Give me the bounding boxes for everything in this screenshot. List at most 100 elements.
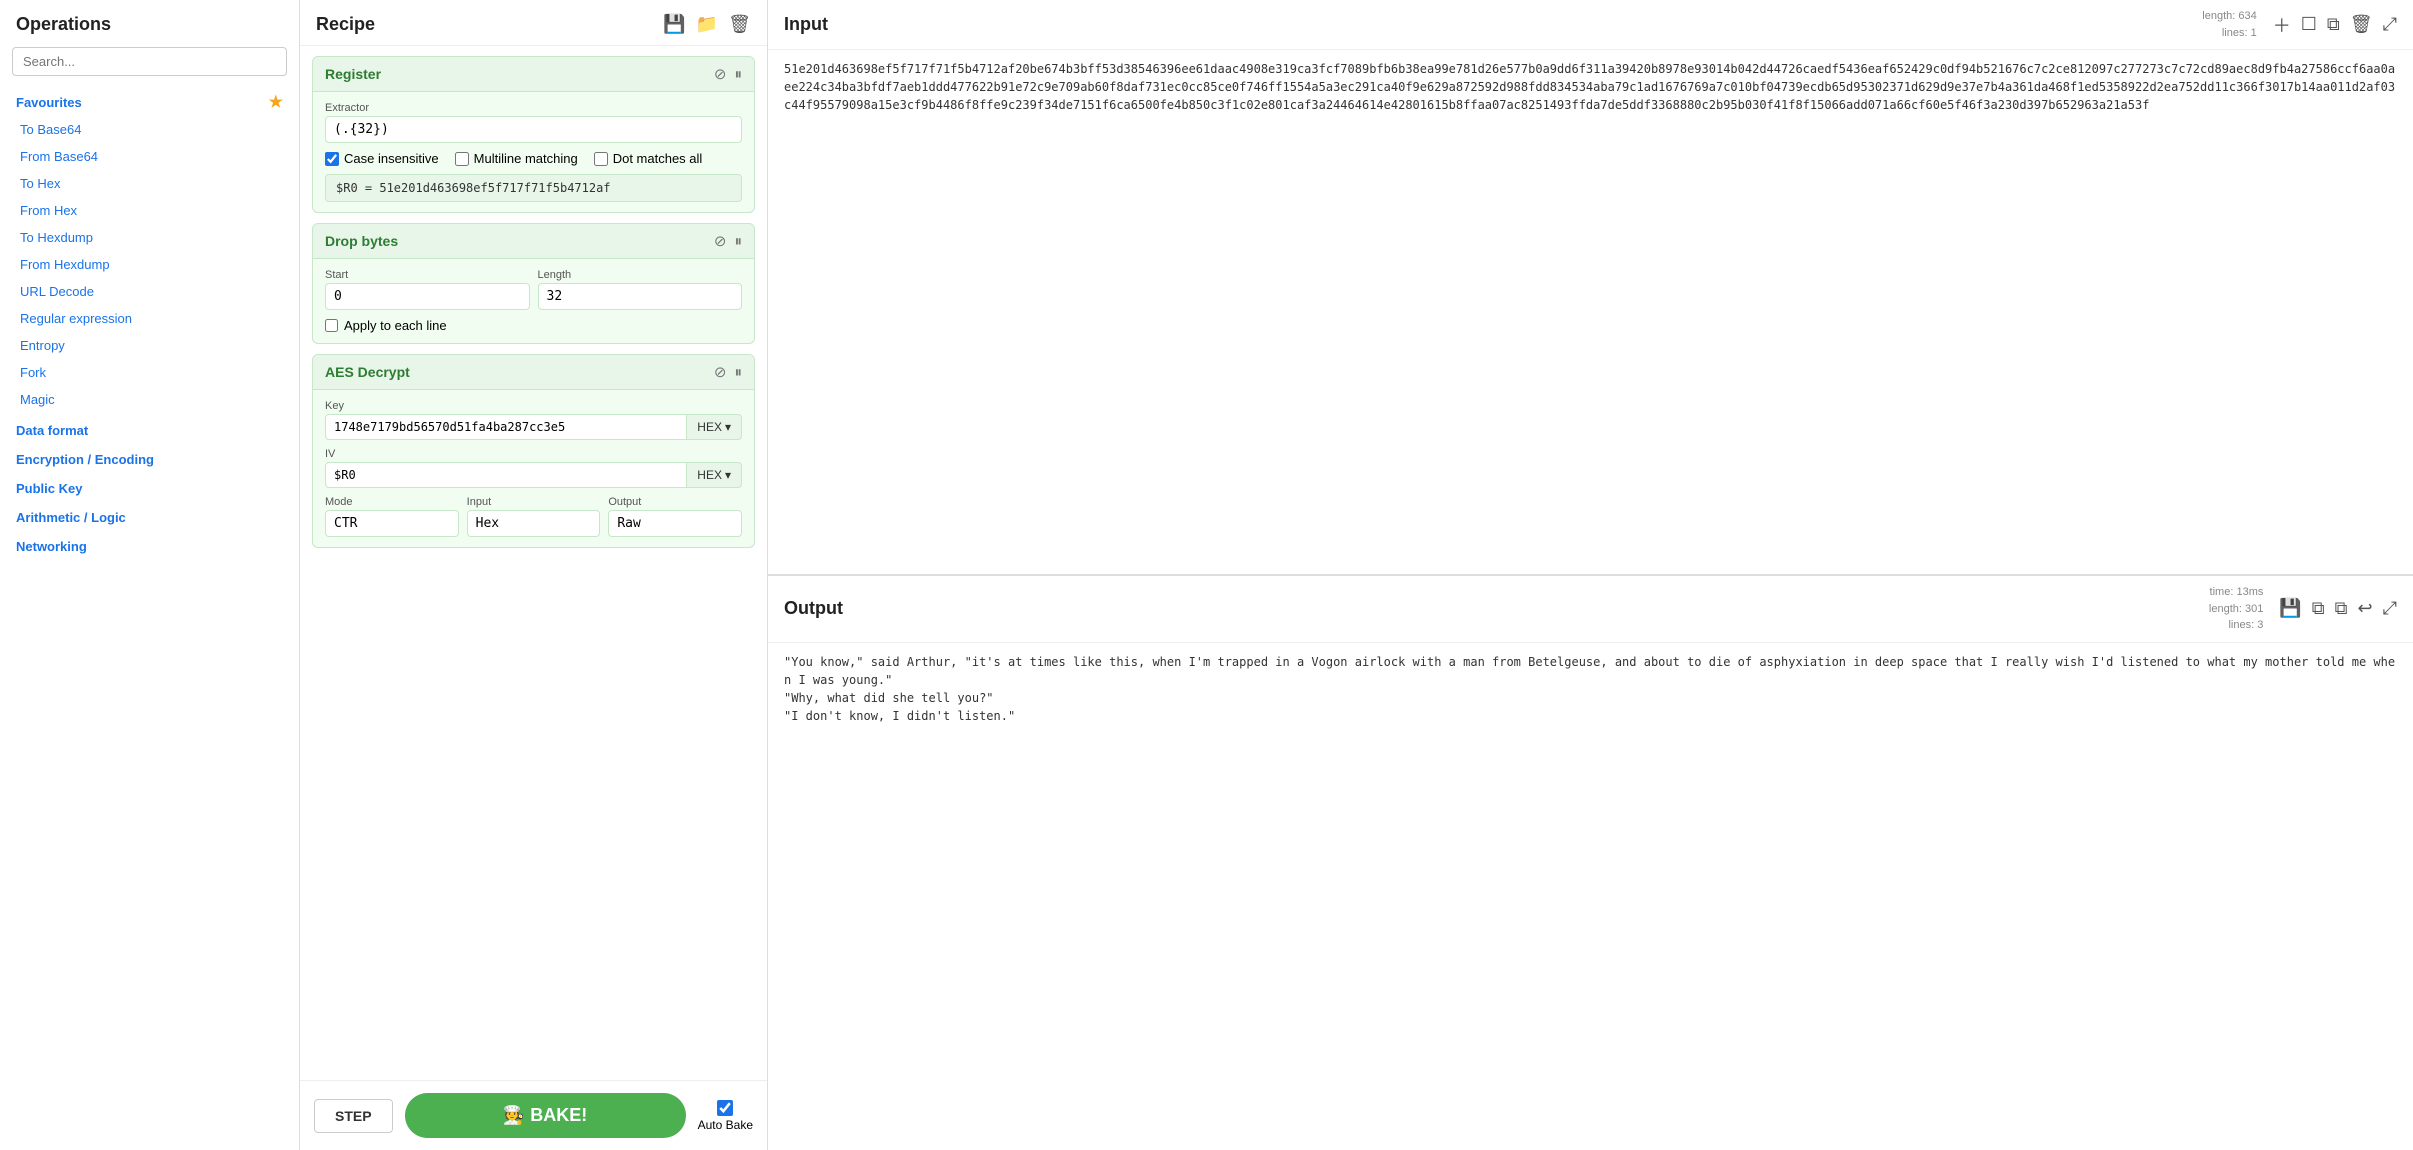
case-insensitive-label[interactable]: Case insensitive [325, 151, 439, 166]
nav-item-magic[interactable]: Magic [0, 386, 299, 413]
key-row: HEX ▾ [325, 414, 742, 440]
apply-each-line-checkbox[interactable] [325, 319, 338, 332]
drop-bytes-body: Start Length Apply to each line [313, 259, 754, 343]
aes-output-input[interactable] [608, 510, 742, 537]
save-icon[interactable]: 💾 [663, 14, 685, 35]
register-result: $R0 = 51e201d463698ef5f717f71f5b4712af [325, 174, 742, 202]
extractor-field: Extractor [325, 102, 742, 143]
drop-bytes-pause-icon[interactable]: ⏸ [734, 233, 742, 250]
register-disable-icon[interactable]: ⊘ [714, 65, 727, 83]
input-content[interactable]: 51e201d463698ef5f717f71f5b4712af20be674b… [768, 50, 2413, 574]
output-expand-icon[interactable]: ⤢ [2383, 598, 2397, 619]
output-panel-icons: 💾 ⧉ ⧉ ↩ ⤢ [2279, 598, 2397, 619]
nav-item-from-base64[interactable]: From Base64 [0, 143, 299, 170]
multiline-label[interactable]: Multiline matching [455, 151, 578, 166]
aes-input-field: Input [467, 496, 601, 537]
nav-item-url-decode[interactable]: URL Decode [0, 278, 299, 305]
auto-bake-container: Auto Bake [698, 1100, 753, 1132]
multiline-checkbox[interactable] [455, 152, 469, 166]
aes-input-input[interactable] [467, 510, 601, 537]
folder-icon[interactable]: 📁 [696, 14, 718, 35]
output-content[interactable]: "You know," said Arthur, "it's at times … [768, 643, 2413, 1150]
aes-mode-fields: Mode Input Output [325, 496, 742, 537]
key-type-button[interactable]: HEX ▾ [687, 414, 742, 440]
drop-bytes-card: Drop bytes ⊘ ⏸ Start Length [312, 223, 755, 344]
input-window-icon[interactable]: ☐ [2301, 14, 2317, 35]
output-window-icon[interactable]: ⧉ [2335, 598, 2348, 619]
length-field: Length [538, 269, 743, 310]
nav-item-to-hexdump[interactable]: To Hexdump [0, 224, 299, 251]
iv-input[interactable] [325, 462, 687, 488]
output-meta: time: 13ms length: 301 lines: 3 [2209, 584, 2263, 634]
dot-matches-checkbox[interactable] [594, 152, 608, 166]
drop-bytes-disable-icon[interactable]: ⊘ [714, 232, 727, 250]
register-body: Extractor Case insensitive Multiline mat… [313, 92, 754, 212]
register-controls: ⊘ ⏸ [714, 65, 742, 83]
aes-decrypt-card: AES Decrypt ⊘ ⏸ Key HEX ▾ [312, 354, 755, 548]
delete-icon[interactable]: 🗑 [728, 14, 751, 35]
key-input[interactable] [325, 414, 687, 440]
aes-output-label: Output [608, 496, 742, 508]
step-button[interactable]: STEP [314, 1099, 393, 1133]
aes-disable-icon[interactable]: ⊘ [714, 363, 727, 381]
right-panels: Input length: 634 lines: 1 ＋ ☐ ⧉ 🗑 ⤢ 51e… [768, 0, 2413, 1150]
drop-bytes-title: Drop bytes [325, 233, 398, 249]
nav-item-entropy[interactable]: Entropy [0, 332, 299, 359]
input-expand-icon[interactable]: ⤢ [2383, 14, 2397, 35]
mode-field: Mode [325, 496, 459, 537]
drop-bytes-fields: Start Length [325, 269, 742, 310]
category-networking[interactable]: Networking [0, 529, 299, 558]
sidebar-title: Operations [0, 0, 299, 43]
register-pause-icon[interactable]: ⏸ [734, 66, 742, 83]
aes-pause-icon[interactable]: ⏸ [734, 364, 742, 381]
register-card: Register ⊘ ⏸ Extractor Case insensitive [312, 56, 755, 213]
nav-item-from-hex[interactable]: From Hex [0, 197, 299, 224]
search-input[interactable] [12, 47, 287, 76]
drop-bytes-header: Drop bytes ⊘ ⏸ [313, 224, 754, 259]
output-undo-icon[interactable]: ↩ [2358, 598, 2373, 619]
aes-decrypt-header: AES Decrypt ⊘ ⏸ [313, 355, 754, 390]
apply-each-line-label[interactable]: Apply to each line [325, 318, 742, 333]
key-label: Key [325, 400, 742, 412]
input-copy-icon[interactable]: ⧉ [2327, 14, 2340, 35]
nav-item-fork[interactable]: Fork [0, 359, 299, 386]
extractor-label: Extractor [325, 102, 742, 114]
mode-input[interactable] [325, 510, 459, 537]
output-panel: Output time: 13ms length: 301 lines: 3 💾… [768, 576, 2413, 1150]
nav-item-to-base64[interactable]: To Base64 [0, 116, 299, 143]
bake-button[interactable]: 🧑‍🍳 BAKE! [405, 1093, 686, 1138]
nav-item-from-hexdump[interactable]: From Hexdump [0, 251, 299, 278]
output-title: Output [784, 598, 843, 619]
auto-bake-checkbox[interactable] [717, 1100, 733, 1116]
aes-decrypt-title: AES Decrypt [325, 364, 410, 380]
output-save-icon[interactable]: 💾 [2279, 598, 2301, 619]
input-panel: Input length: 634 lines: 1 ＋ ☐ ⧉ 🗑 ⤢ 51e… [768, 0, 2413, 576]
register-title: Register [325, 66, 381, 82]
search-container [0, 43, 299, 84]
case-insensitive-checkbox[interactable] [325, 152, 339, 166]
nav-item-regex[interactable]: Regular expression [0, 305, 299, 332]
length-input[interactable] [538, 283, 743, 310]
key-field: Key HEX ▾ [325, 400, 742, 440]
category-public-key[interactable]: Public Key [0, 471, 299, 500]
auto-bake-label: Auto Bake [698, 1118, 753, 1132]
aes-controls: ⊘ ⏸ [714, 363, 742, 381]
register-card-header: Register ⊘ ⏸ [313, 57, 754, 92]
category-encryption-encoding[interactable]: Encryption / Encoding [0, 442, 299, 471]
favourites-header[interactable]: Favourites ★ [0, 84, 299, 116]
iv-chevron-icon: ▾ [725, 468, 731, 482]
start-input[interactable] [325, 283, 530, 310]
category-data-format[interactable]: Data format [0, 413, 299, 442]
start-field: Start [325, 269, 530, 310]
nav-item-to-hex[interactable]: To Hex [0, 170, 299, 197]
iv-type-button[interactable]: HEX ▾ [687, 462, 742, 488]
recipe-header-icons: 💾 📁 🗑 [663, 14, 751, 35]
input-add-icon[interactable]: ＋ [2273, 12, 2291, 38]
output-copy-icon[interactable]: ⧉ [2312, 598, 2325, 619]
dot-matches-label[interactable]: Dot matches all [594, 151, 703, 166]
category-arithmetic-logic[interactable]: Arithmetic / Logic [0, 500, 299, 529]
extractor-input[interactable] [325, 116, 742, 143]
input-trash-icon[interactable]: 🗑 [2350, 14, 2373, 35]
drop-bytes-controls: ⊘ ⏸ [714, 232, 742, 250]
chevron-down-icon: ▾ [725, 420, 731, 434]
